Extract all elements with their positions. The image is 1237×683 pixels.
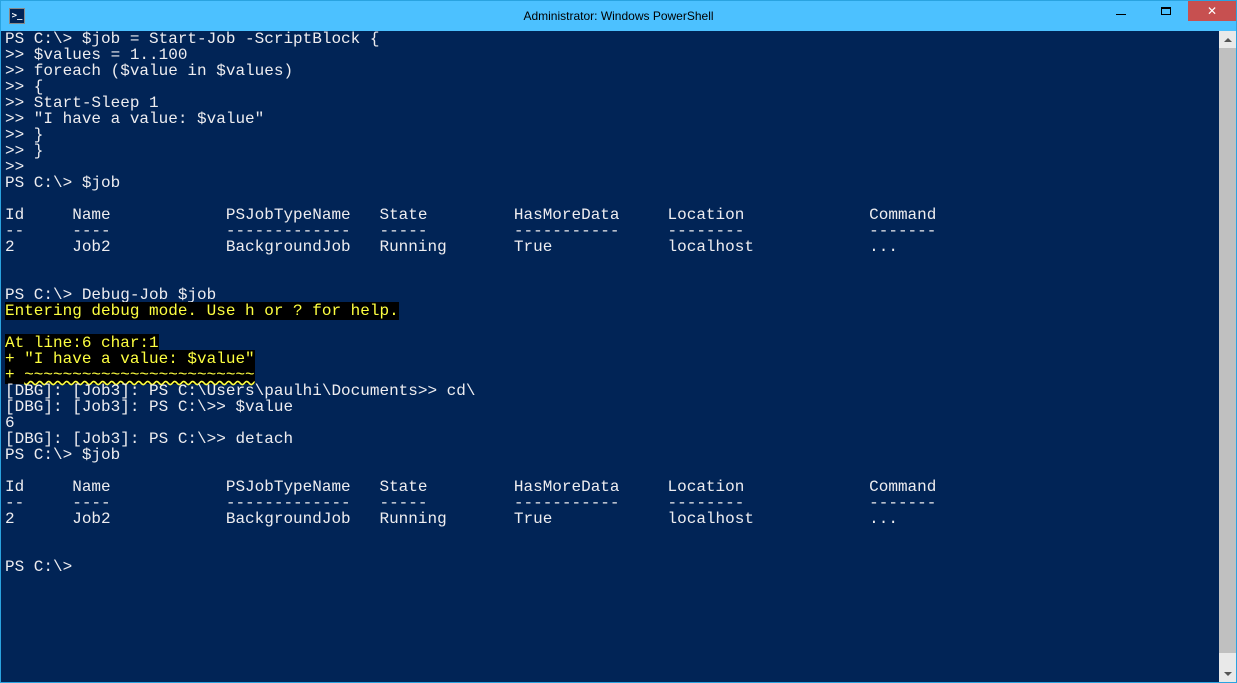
scroll-down-button[interactable] (1219, 665, 1236, 682)
window-title: Administrator: Windows PowerShell (523, 9, 713, 23)
line: >> "I have a value: $value" (5, 110, 264, 128)
terminal-output[interactable]: PS C:\> $job = Start-Job -ScriptBlock { … (1, 31, 1219, 682)
minimize-icon (1116, 14, 1126, 15)
window-controls: ✕ (1098, 1, 1236, 31)
minimize-button[interactable] (1098, 1, 1143, 21)
prompt: PS C:\> (5, 558, 72, 576)
maximize-button[interactable] (1143, 1, 1188, 21)
terminal-area: PS C:\> $job = Start-Job -ScriptBlock { … (1, 31, 1236, 682)
line: >> foreach ($value in $values) (5, 62, 293, 80)
maximize-icon (1161, 7, 1171, 15)
chevron-up-icon (1224, 38, 1232, 42)
close-icon: ✕ (1207, 5, 1217, 17)
line: PS C:\> $job (5, 174, 120, 192)
scrollbar[interactable] (1219, 31, 1236, 682)
debug-message: Entering debug mode. Use h or ? for help… (5, 302, 399, 320)
scroll-up-button[interactable] (1219, 31, 1236, 48)
scrollbar-track[interactable] (1219, 48, 1236, 665)
table-row: 2 Job2 BackgroundJob Running True localh… (5, 510, 898, 528)
close-button[interactable]: ✕ (1188, 1, 1236, 21)
powershell-window: >_ Administrator: Windows PowerShell ✕ P… (0, 0, 1237, 683)
chevron-down-icon (1224, 672, 1232, 676)
scrollbar-thumb[interactable] (1219, 48, 1236, 653)
titlebar[interactable]: >_ Administrator: Windows PowerShell ✕ (1, 1, 1236, 31)
table-row: 2 Job2 BackgroundJob Running True localh… (5, 238, 898, 256)
powershell-icon: >_ (9, 8, 25, 24)
debug-line: [DBG]: [Job3]: PS C:\>> $value (5, 398, 293, 416)
line: PS C:\> $job (5, 446, 120, 464)
